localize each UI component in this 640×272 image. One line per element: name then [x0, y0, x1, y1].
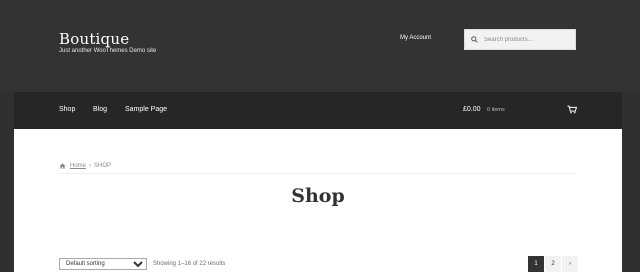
breadcrumb-current: SHOP	[94, 163, 112, 169]
breadcrumb-home-link[interactable]: Home	[70, 163, 86, 169]
pagination-page-2[interactable]: 2	[545, 256, 561, 272]
main-content: Home › SHOP Shop Default sorting Showing…	[14, 129, 622, 272]
home-icon	[59, 163, 66, 169]
search-icon	[471, 36, 478, 43]
my-account-link[interactable]: My Account	[400, 35, 431, 41]
pagination-current: 1	[528, 256, 544, 272]
breadcrumb-separator: ›	[89, 163, 92, 169]
site-header: Boutique Just another WooThemes Demo sit…	[0, 0, 640, 92]
sort-select[interactable]: Default sorting	[59, 258, 147, 270]
breadcrumb: Home › SHOP	[59, 163, 111, 169]
cart-icon[interactable]	[567, 105, 577, 114]
site-tagline: Just another WooThemes Demo site	[59, 48, 157, 54]
breadcrumb-divider	[59, 173, 576, 174]
cart-count[interactable]: 0 items	[487, 107, 505, 113]
search-input[interactable]	[484, 36, 574, 43]
result-count: Showing 1–16 of 22 results	[153, 261, 226, 267]
site-title[interactable]: Boutique	[59, 30, 129, 48]
nav-item-blog[interactable]: Blog	[93, 106, 107, 113]
nav-item-shop[interactable]: Shop	[59, 106, 75, 113]
primary-navigation: Shop Blog Sample Page £0.00 0 items	[14, 92, 622, 129]
pagination-next-button[interactable]: ›	[562, 256, 578, 272]
page-title: Shop	[291, 185, 345, 207]
search-box[interactable]	[464, 29, 576, 50]
nav-item-sample-page[interactable]: Sample Page	[125, 106, 167, 113]
cart-amount[interactable]: £0.00	[463, 106, 481, 113]
